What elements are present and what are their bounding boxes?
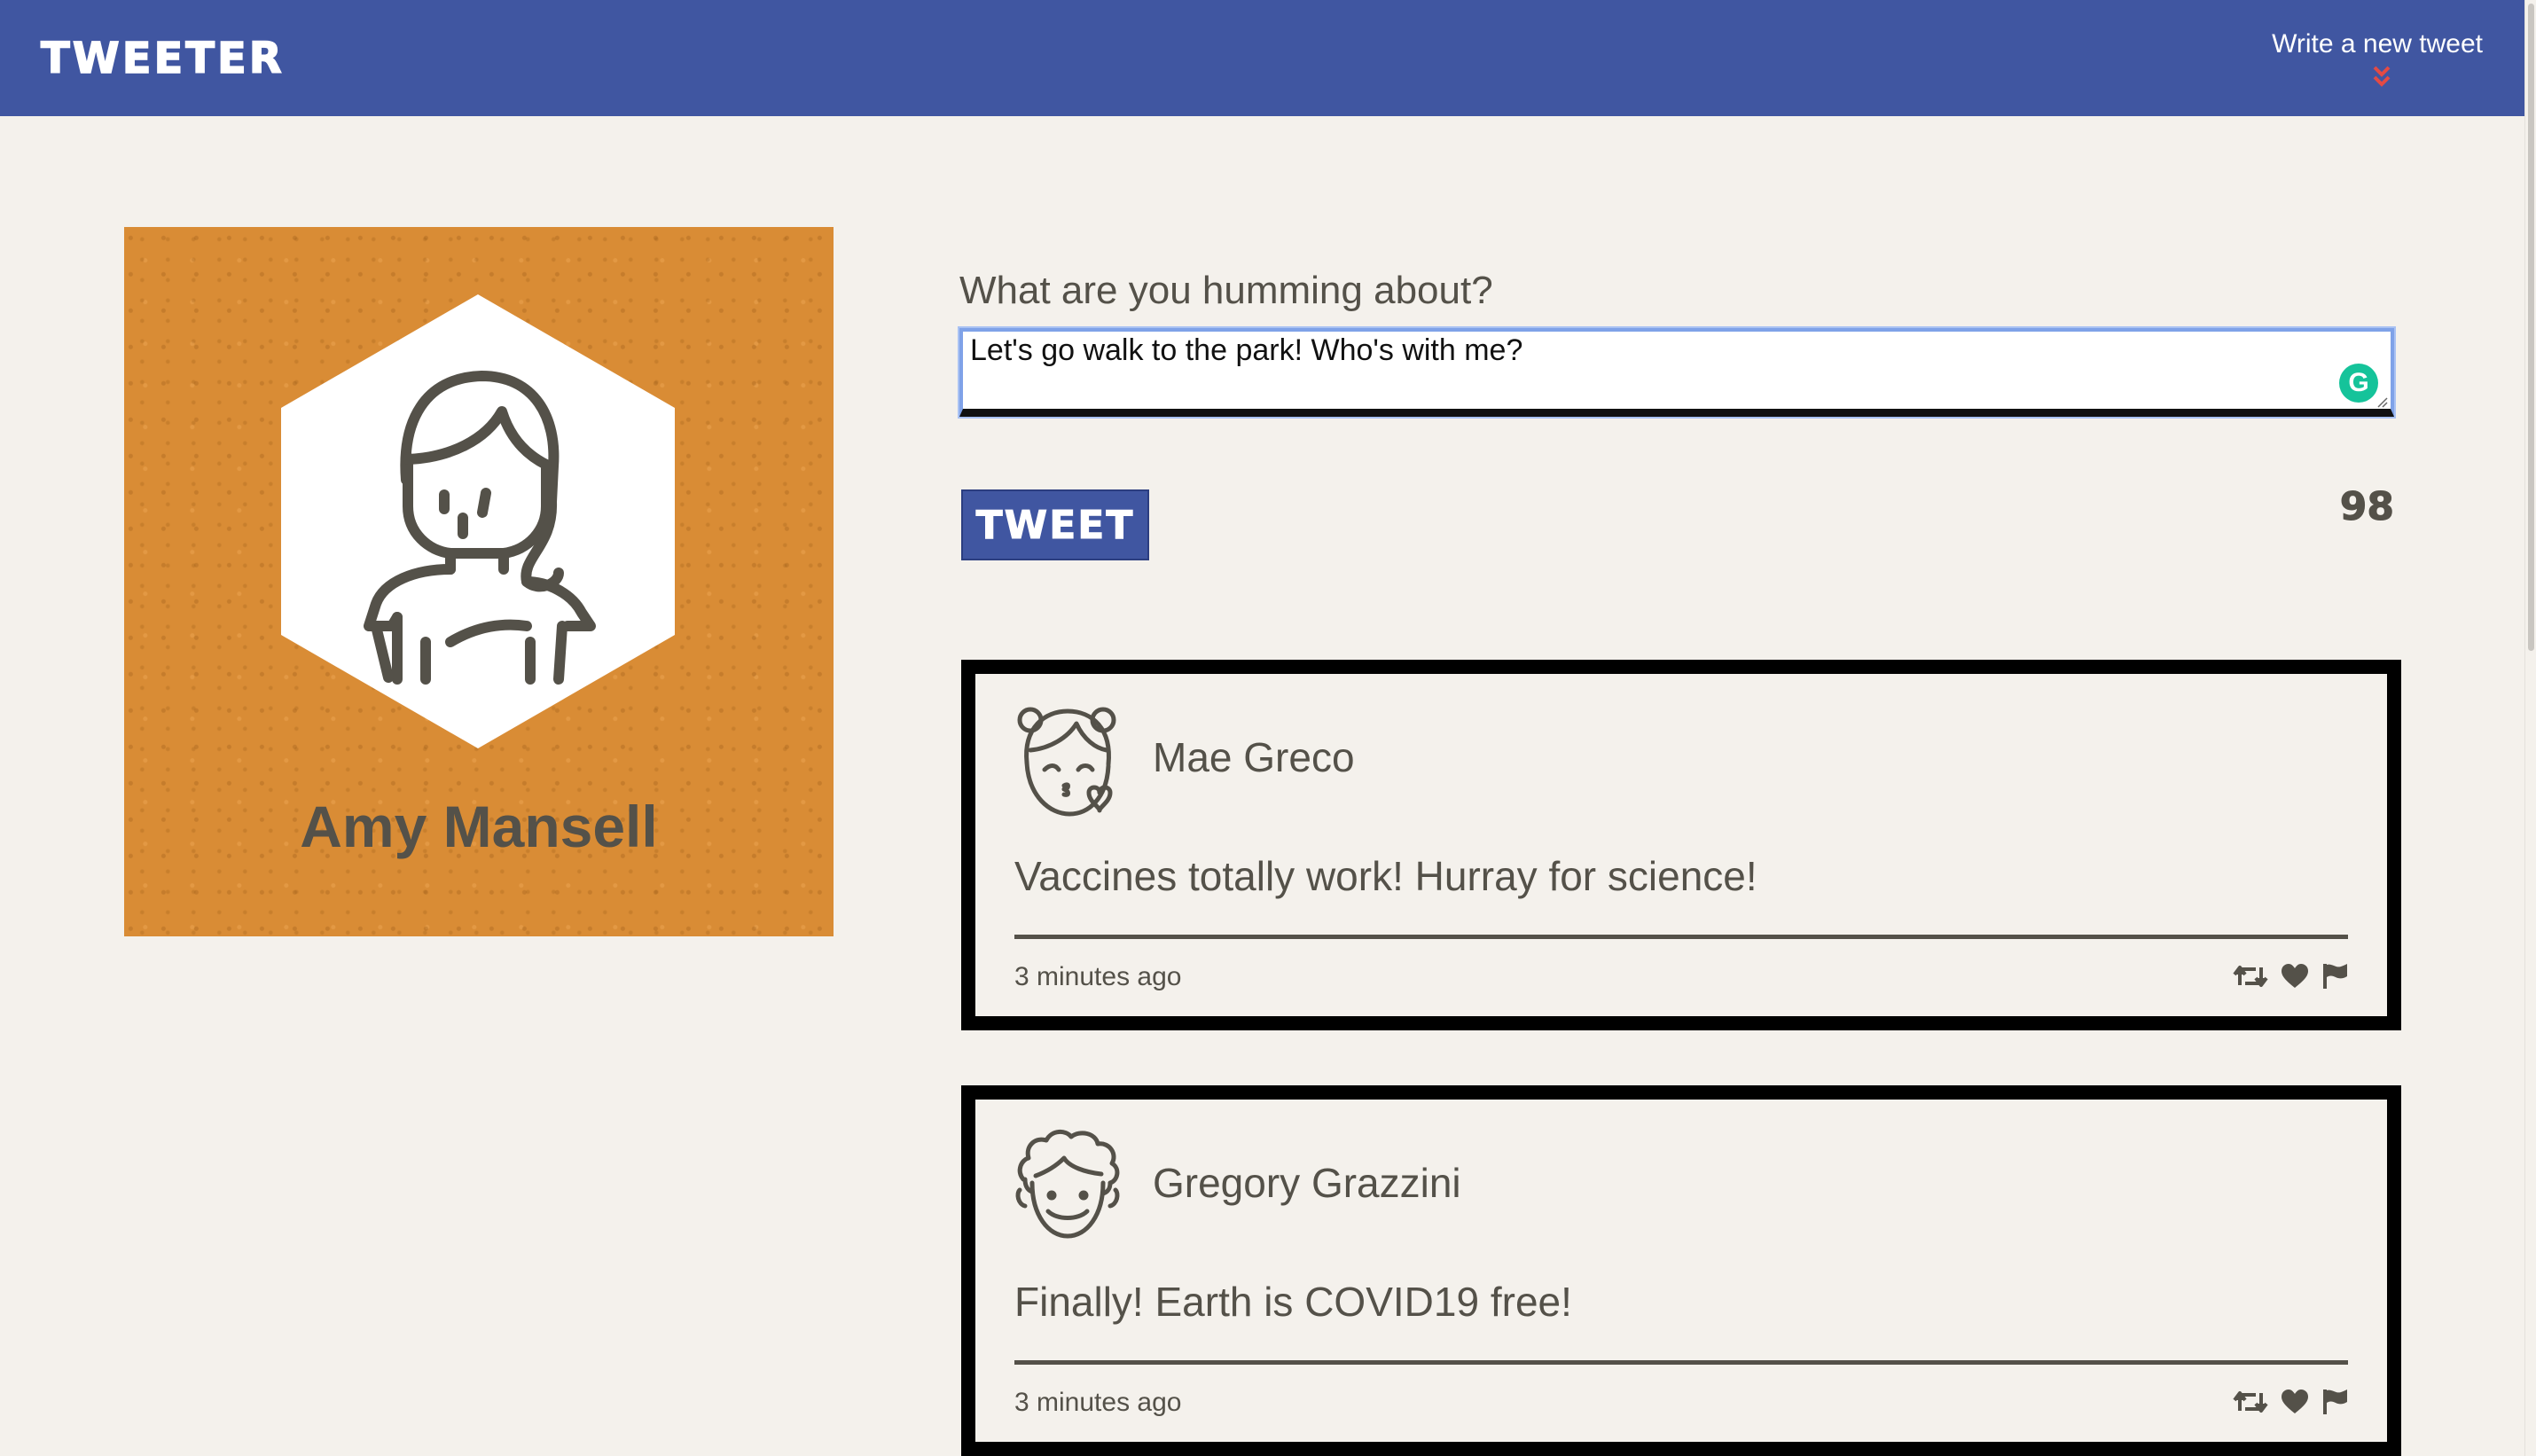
girl-blowing-kiss-avatar-icon bbox=[1017, 707, 1116, 817]
tweet-card: Gregory Grazzini Finally! Earth is COVID… bbox=[961, 1085, 2401, 1456]
tweet-input-label: What are you humming about? bbox=[959, 269, 1493, 312]
tweet-timestamp: 3 minutes ago bbox=[1014, 962, 1182, 991]
tweet-card: Mae Greco Vaccines totally work! Hurray … bbox=[961, 660, 2401, 1030]
tweet-actions bbox=[2233, 1389, 2348, 1415]
tweet-author: Gregory Grazzini bbox=[1153, 1160, 1461, 1206]
tweet-textarea[interactable]: Let's go walk to the park! Who's with me… bbox=[963, 332, 2391, 409]
character-counter: 98 bbox=[2339, 484, 2394, 530]
brand-logo[interactable]: TWEETER bbox=[40, 32, 285, 85]
retweet-icon[interactable] bbox=[2233, 964, 2268, 989]
heart-icon[interactable] bbox=[2281, 1389, 2309, 1414]
scrollbar-thumb[interactable] bbox=[2528, 4, 2534, 651]
tweet-divider bbox=[1014, 1360, 2348, 1365]
double-chevron-down-icon[interactable] bbox=[2371, 64, 2392, 89]
write-new-tweet-toggle[interactable]: Write a new tweet bbox=[2217, 27, 2483, 89]
tweet-actions bbox=[2233, 963, 2348, 990]
top-nav: TWEETER Write a new tweet bbox=[0, 0, 2525, 116]
write-new-tweet-label[interactable]: Write a new tweet bbox=[2217, 27, 2483, 62]
tweet-content: Vaccines totally work! Hurray for scienc… bbox=[1014, 853, 1757, 899]
tweet-author: Mae Greco bbox=[1153, 734, 1355, 780]
flag-icon[interactable] bbox=[2321, 1389, 2348, 1415]
tweet-input-wrapper: Let's go walk to the park! Who's with me… bbox=[958, 326, 2396, 419]
heart-icon[interactable] bbox=[2281, 964, 2309, 989]
retweet-icon[interactable] bbox=[2233, 1389, 2268, 1414]
grammarly-icon[interactable]: G bbox=[2339, 364, 2378, 403]
tweet-divider bbox=[1014, 935, 2348, 939]
new-tweet-form: What are you humming about? Let's go wal… bbox=[958, 266, 2401, 560]
curly-hair-man-avatar-icon bbox=[1015, 1130, 1120, 1239]
tweet-submit-button[interactable]: TWEET bbox=[961, 489, 1149, 560]
resize-handle-icon[interactable] bbox=[2376, 396, 2389, 409]
flag-icon[interactable] bbox=[2321, 963, 2348, 990]
profile-card: Amy Mansell bbox=[124, 227, 834, 936]
tweet-content: Finally! Earth is COVID19 free! bbox=[1014, 1279, 1572, 1325]
profile-name: Amy Mansell bbox=[300, 794, 658, 859]
tweet-timestamp: 3 minutes ago bbox=[1014, 1388, 1182, 1417]
scrollbar[interactable] bbox=[2524, 0, 2536, 1456]
woman-avatar-icon bbox=[364, 371, 596, 685]
